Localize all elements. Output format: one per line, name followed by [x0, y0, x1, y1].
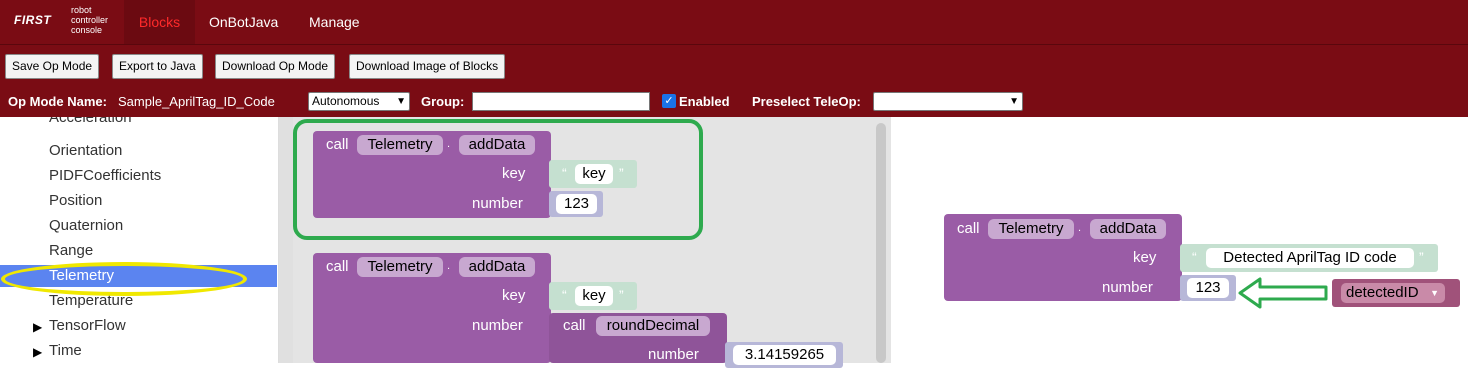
class-pill: Telemetry	[357, 257, 443, 277]
dot-separator: .	[447, 260, 451, 272]
toolbox-item[interactable]: Time	[49, 342, 82, 359]
chevron-down-icon: ▼	[1430, 288, 1439, 298]
method-pill: addData	[459, 257, 535, 277]
key-label: key	[1133, 249, 1157, 266]
toolbox-item[interactable]: PIDFCoefficients	[49, 167, 161, 184]
block-toolbox: Acceleration Orientation PIDFCoefficient…	[0, 117, 279, 363]
op-mode-type-select[interactable]: Autonomous ▼	[308, 92, 410, 111]
toolbox-item[interactable]: Range	[49, 242, 93, 259]
toolbox-item[interactable]: Quaternion	[49, 217, 123, 234]
export-to-java-button[interactable]: Export to Java	[112, 54, 203, 79]
chevron-down-icon: ▼	[396, 96, 406, 107]
number-value[interactable]: 123	[1187, 278, 1229, 298]
group-input[interactable]	[472, 92, 650, 111]
quote-icon: ”	[619, 287, 624, 303]
toolbox-scrollbar[interactable]	[279, 117, 293, 363]
string-value[interactable]: key	[575, 286, 613, 306]
class-pill: Telemetry	[988, 219, 1074, 239]
enabled-checkbox[interactable]: ✓	[662, 94, 676, 108]
highlight-box	[293, 119, 703, 240]
first-logo: FIRST	[14, 13, 52, 27]
op-mode-name-value: Sample_AprilTag_ID_Code	[118, 94, 275, 109]
highlight-ellipse	[1, 262, 247, 296]
toolbox-item[interactable]: Orientation	[49, 142, 122, 159]
variable-name: detectedID	[1346, 284, 1419, 301]
preselect-teleop-select[interactable]: ▼	[873, 92, 1023, 111]
chevron-down-icon: ▼	[1009, 96, 1019, 107]
quote-icon: ”	[1419, 249, 1424, 265]
call-keyword: call	[957, 220, 980, 237]
enabled-label: Enabled	[679, 94, 730, 109]
top-nav: FIRST robot controller console Blocks On…	[0, 0, 1468, 44]
tab-manage[interactable]: Manage	[309, 0, 360, 44]
call-keyword: call	[563, 317, 586, 334]
number-label: number	[472, 317, 523, 334]
brand-subtitle: robot controller console	[71, 5, 109, 35]
toolbox-item[interactable]: Acceleration	[49, 117, 132, 126]
preselect-teleop-label: Preselect TeleOp:	[752, 94, 861, 109]
op-mode-row: Op Mode Name: Sample_AprilTag_ID_Code Au…	[0, 86, 1468, 117]
method-pill: roundDecimal	[596, 316, 710, 336]
save-op-mode-button[interactable]: Save Op Mode	[5, 54, 100, 79]
expand-triangle-icon[interactable]: ▶	[33, 320, 42, 334]
op-mode-type-value: Autonomous	[312, 94, 380, 108]
toolbar: Save Op Mode Export to Java Download Op …	[0, 44, 1468, 86]
download-image-button[interactable]: Download Image of Blocks	[349, 54, 506, 79]
dot-separator: .	[1078, 222, 1082, 234]
number-label: number	[648, 346, 699, 363]
key-label: key	[502, 287, 526, 304]
string-value[interactable]: Detected AprilTag ID code	[1206, 248, 1414, 268]
toolbox-item[interactable]: Position	[49, 192, 102, 209]
quote-icon: “	[1192, 249, 1197, 265]
quote-icon: “	[562, 287, 567, 303]
tab-blocks[interactable]: Blocks	[124, 0, 195, 44]
tab-onbotjava[interactable]: OnBotJava	[209, 0, 278, 44]
method-pill: addData	[1090, 219, 1166, 239]
variable-dropdown[interactable]: detectedID ▼	[1341, 283, 1445, 303]
call-keyword: call	[326, 258, 349, 275]
toolbox-item[interactable]: TensorFlow	[49, 317, 126, 334]
number-label: number	[1102, 279, 1153, 296]
arrow-left-icon	[1238, 277, 1328, 309]
download-op-mode-button[interactable]: Download Op Mode	[215, 54, 336, 79]
group-label: Group:	[421, 94, 465, 109]
flyout-scrollbar[interactable]	[876, 123, 886, 363]
op-mode-name-label: Op Mode Name:	[8, 94, 107, 109]
number-value[interactable]: 3.14159265	[733, 345, 836, 365]
expand-triangle-icon[interactable]: ▶	[33, 345, 42, 359]
